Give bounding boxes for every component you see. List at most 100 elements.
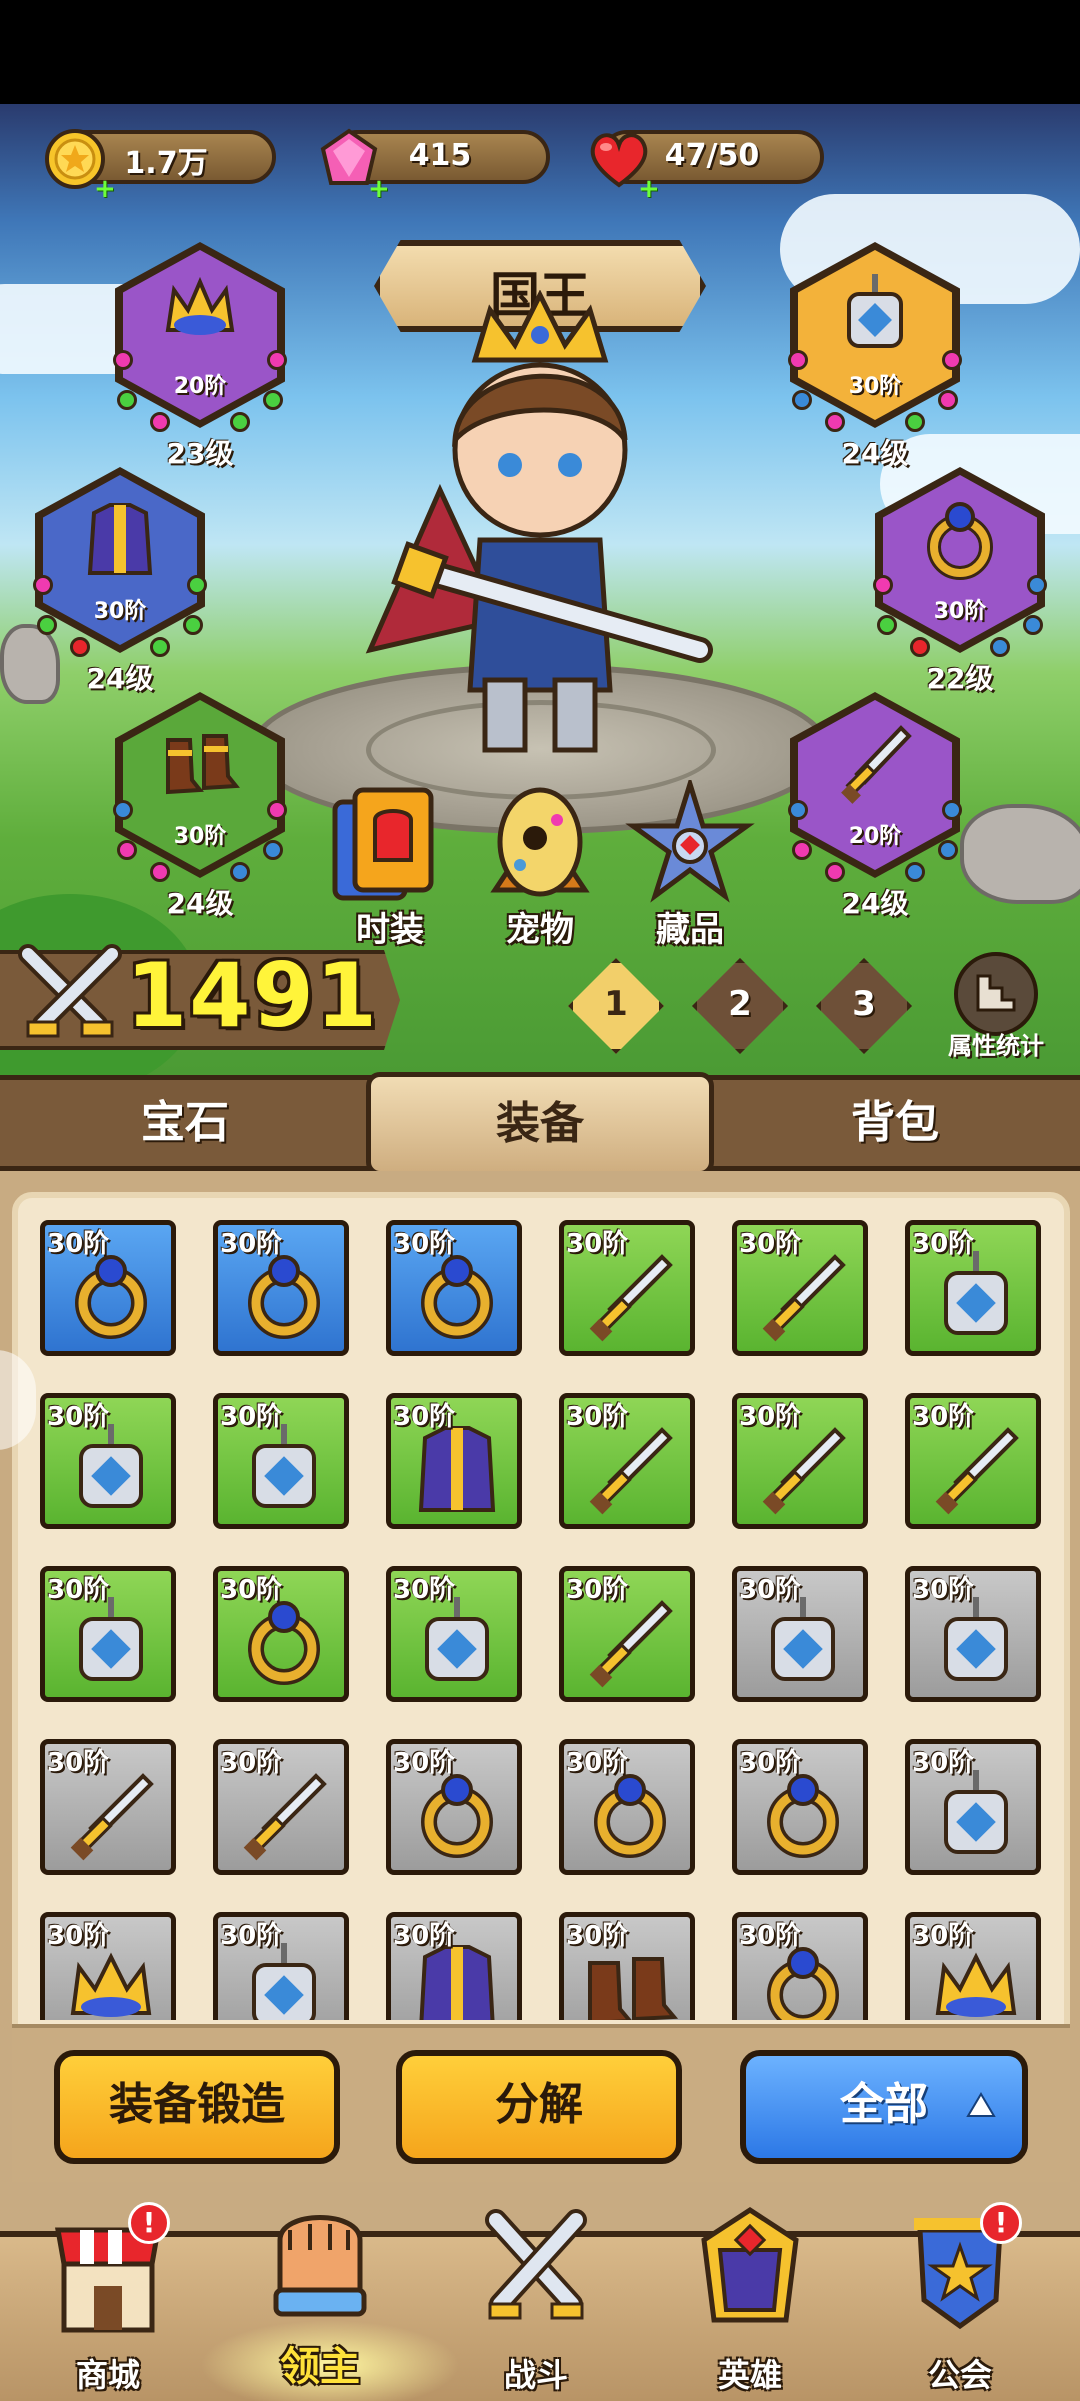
item-tier: 30阶	[47, 1229, 110, 1259]
inventory-item-ring[interactable]: 30阶	[40, 1220, 176, 1356]
item-tier: 30阶	[912, 1229, 975, 1259]
slot-tier: 20阶	[173, 374, 227, 399]
decompose-button[interactable]: 分解	[396, 2050, 682, 2164]
inventory-item-sword[interactable]: 30阶	[213, 1739, 349, 1875]
inventory-item-amulet[interactable]: 30阶	[732, 1566, 868, 1702]
inventory-item-crown[interactable]: 30阶	[905, 1912, 1041, 2020]
preset-2[interactable]: 2	[692, 958, 788, 1054]
tab-equipment[interactable]: 装备	[366, 1072, 714, 1176]
slot-level: 24级	[86, 662, 154, 695]
sword-icon	[70, 1773, 154, 1861]
preset-3[interactable]: 3	[816, 958, 912, 1054]
amulet-icon	[944, 1770, 1008, 1854]
item-tier: 30阶	[566, 1748, 629, 1778]
inventory-item-amulet[interactable]: 30阶	[213, 1912, 349, 2020]
inventory-item-sword[interactable]: 30阶	[40, 1739, 176, 1875]
stairs-icon	[976, 974, 1016, 1012]
preset-1[interactable]: 1	[568, 958, 664, 1054]
filter-dropdown[interactable]: 全部	[740, 2050, 1028, 2164]
inventory-item-sword[interactable]: 30阶	[559, 1566, 695, 1702]
equip-slot-armor[interactable]: 30阶 24级	[33, 467, 207, 695]
item-tier: 30阶	[566, 1229, 629, 1259]
tab-bag[interactable]: 背包	[770, 1080, 1020, 1166]
collection-button[interactable]: 藏品	[625, 775, 755, 950]
inventory-item-ring[interactable]: 30阶	[386, 1739, 522, 1875]
equip-slot-ring[interactable]: 30阶 22级	[873, 467, 1047, 695]
amulet-icon	[944, 1251, 1008, 1335]
inventory-item-amulet[interactable]: 30阶	[905, 1566, 1041, 1702]
inventory-item-crown[interactable]: 30阶	[40, 1912, 176, 2020]
inventory-item-sword[interactable]: 30阶	[559, 1220, 695, 1356]
item-tier: 30阶	[566, 1575, 629, 1605]
item-tier: 30阶	[912, 1575, 975, 1605]
inventory-item-ring[interactable]: 30阶	[386, 1220, 522, 1356]
sword-icon	[589, 1254, 673, 1342]
notification-badge: !	[128, 2202, 170, 2244]
item-tier: 30阶	[393, 1229, 456, 1259]
inventory-item-amulet[interactable]: 30阶	[905, 1220, 1041, 1356]
gem-counter[interactable]: + 415	[320, 128, 550, 202]
inventory-item-amulet[interactable]: 30阶	[40, 1566, 176, 1702]
equip-slot-crown[interactable]: 20阶 23级	[113, 242, 287, 470]
inventory-item-ring[interactable]: 30阶	[559, 1739, 695, 1875]
inventory-actions: 装备锻造 分解 全部	[12, 2024, 1070, 2182]
inventory-item-amulet[interactable]: 30阶	[386, 1566, 522, 1702]
battle-swords-icon	[485, 2209, 587, 2320]
slot-level: 23级	[166, 437, 234, 470]
collection-star-icon	[625, 775, 755, 903]
nav-heroes-label: 英雄	[717, 2356, 782, 2394]
forge-button[interactable]: 装备锻造	[54, 2050, 340, 2164]
stats-label: 属性统计	[948, 1032, 1044, 1060]
inventory-item-amulet[interactable]: 30阶	[40, 1393, 176, 1529]
item-tier: 30阶	[220, 1748, 283, 1778]
costume-button[interactable]: 时装	[325, 780, 455, 950]
nav-battle[interactable]: 战斗	[456, 2200, 616, 2400]
gem-value: 415	[408, 138, 472, 173]
nav-lord[interactable]: 领主	[240, 2190, 400, 2390]
nav-guild[interactable]: ! 公会	[880, 2200, 1040, 2400]
hero-helmet-icon	[701, 2207, 799, 2323]
inventory-grid: 30阶 30阶 30阶 30阶 30阶 30阶 30阶 30阶 30阶 30阶 30阶 30阶 30阶 3…	[40, 1220, 1060, 2020]
inventory-item-amulet[interactable]: 30阶	[213, 1393, 349, 1529]
equip-slot-boots[interactable]: 30阶 24级	[113, 692, 287, 920]
amulet-icon	[847, 274, 903, 348]
inventory-item-sword[interactable]: 30阶	[732, 1220, 868, 1356]
inventory-item-amulet[interactable]: 30阶	[905, 1739, 1041, 1875]
equip-slot-amulet[interactable]: 30阶 24级	[788, 242, 962, 470]
equip-slot-sword[interactable]: 20阶 24级	[788, 692, 962, 920]
inventory-item-armor[interactable]: 30阶	[386, 1912, 522, 2020]
inventory-item-armor[interactable]: 30阶	[386, 1393, 522, 1529]
nav-heroes[interactable]: 英雄	[670, 2200, 830, 2400]
pet-button[interactable]: 宠物	[475, 780, 605, 950]
inventory-item-ring[interactable]: 30阶	[732, 1739, 868, 1875]
triangle-up-icon	[966, 2092, 996, 2117]
ring-icon	[767, 1774, 839, 1858]
slot-level: 24级	[166, 887, 234, 920]
item-tier: 30阶	[220, 1921, 283, 1951]
inventory-item-boots[interactable]: 30阶	[559, 1912, 695, 2020]
item-tier: 30阶	[566, 1921, 629, 1951]
amulet-icon	[79, 1424, 143, 1508]
pet-label: 宠物	[506, 910, 574, 950]
gold-counter[interactable]: + 1.7万	[45, 129, 276, 202]
notification-badge: !	[980, 2202, 1022, 2244]
item-tier: 30阶	[47, 1748, 110, 1778]
inventory-item-ring[interactable]: 30阶	[732, 1912, 868, 2020]
item-tier: 30阶	[912, 1748, 975, 1778]
inventory-item-sword[interactable]: 30阶	[732, 1393, 868, 1529]
preset-number: 3	[852, 984, 876, 1024]
item-tier: 30阶	[47, 1921, 110, 1951]
stamina-counter[interactable]: + 47/50	[590, 130, 824, 202]
item-tier: 30阶	[393, 1402, 456, 1432]
king-character[interactable]	[360, 289, 720, 760]
inventory-item-ring[interactable]: 30阶	[213, 1566, 349, 1702]
inventory-item-ring[interactable]: 30阶	[213, 1220, 349, 1356]
stats-button[interactable]: 属性统计	[946, 950, 1046, 1060]
nav-lord-label: 领主	[280, 2344, 360, 2390]
inventory-item-sword[interactable]: 30阶	[905, 1393, 1041, 1529]
item-tier: 30阶	[220, 1575, 283, 1605]
inventory-item-sword[interactable]: 30阶	[559, 1393, 695, 1529]
nav-shop[interactable]: ! 商城	[28, 2200, 188, 2400]
item-tier: 30阶	[912, 1921, 975, 1951]
tab-gems[interactable]: 宝石	[60, 1080, 310, 1166]
